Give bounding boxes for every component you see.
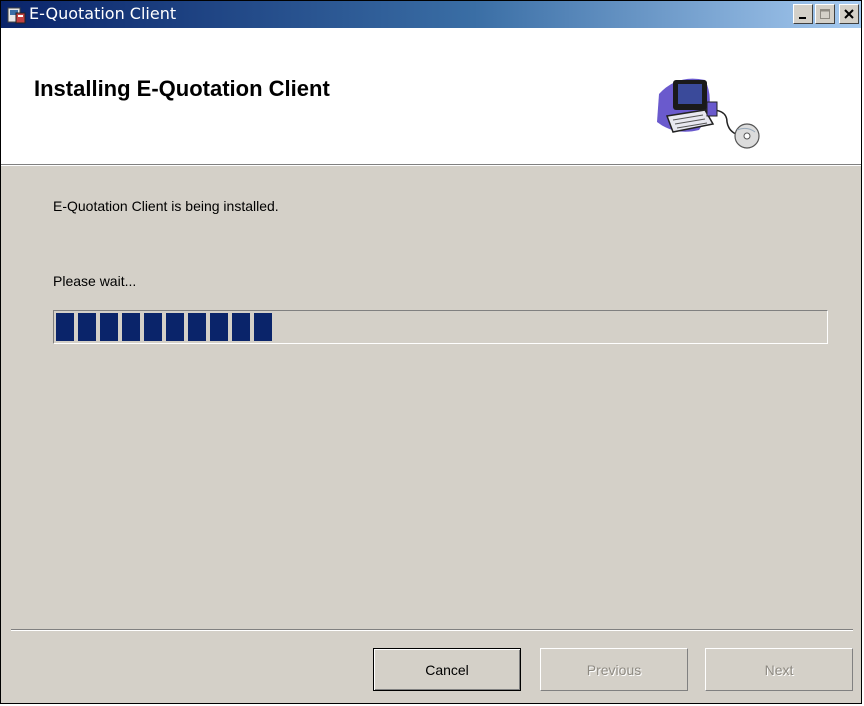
progress-block (122, 313, 140, 341)
progress-block (144, 313, 162, 341)
progress-fill (56, 313, 280, 341)
previous-button[interactable]: Previous (540, 648, 688, 691)
progress-block (100, 313, 118, 341)
cancel-button[interactable]: Cancel (373, 648, 521, 691)
computer-cd-icon (657, 78, 760, 149)
page-title: Installing E-Quotation Client (34, 76, 330, 101)
dialog-header: Installing E-Quotation Client (1, 28, 861, 165)
footer-divider-highlight (11, 630, 853, 631)
progress-block (56, 313, 74, 341)
progress-block (210, 313, 228, 341)
title-bar[interactable]: E-Quotation Client (1, 1, 861, 28)
progress-block (232, 313, 250, 341)
progress-block (188, 313, 206, 341)
header-divider (1, 165, 861, 166)
next-button[interactable]: Next (705, 648, 853, 691)
install-progress-bar (53, 310, 828, 344)
maximize-button[interactable] (815, 4, 835, 24)
close-icon (844, 9, 854, 19)
close-button[interactable] (839, 4, 859, 24)
installer-app-icon (7, 5, 27, 25)
wait-text: Please wait... (53, 273, 137, 289)
window-title: E-Quotation Client (29, 4, 177, 23)
installer-window: E-Quotation Client Installing E-Quotatio… (0, 0, 862, 704)
progress-block (166, 313, 184, 341)
maximize-icon (820, 9, 830, 19)
progress-block (254, 313, 272, 341)
minimize-button[interactable] (793, 4, 813, 24)
minimize-icon (799, 17, 806, 19)
progress-block (78, 313, 96, 341)
install-status-text: E-Quotation Client is being installed. (53, 198, 279, 214)
